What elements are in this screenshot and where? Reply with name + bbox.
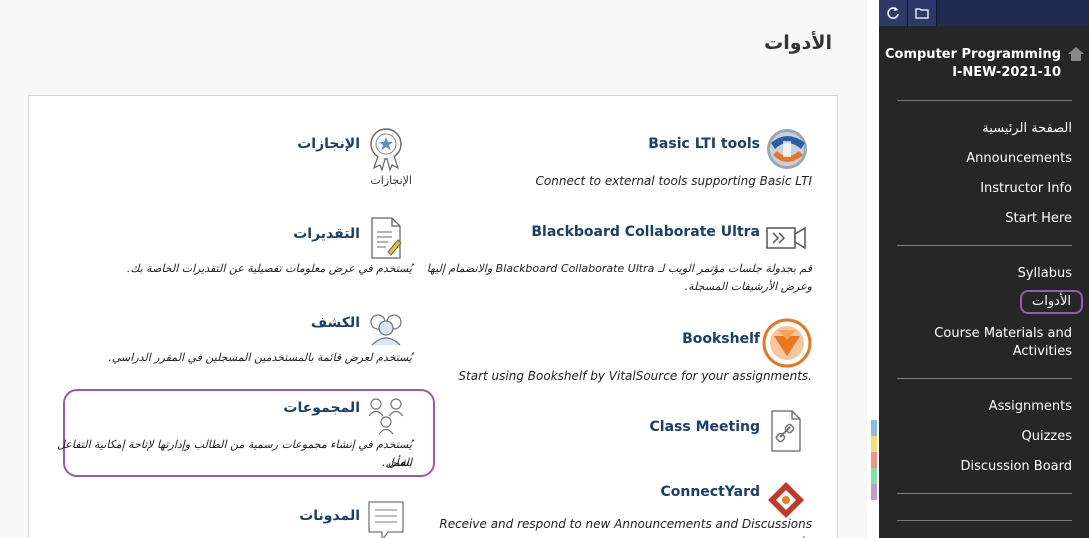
decorative-strip [871, 420, 877, 500]
tool-achievements[interactable]: الإنجازات الإنجازات [162, 122, 412, 192]
home-icon[interactable] [1067, 46, 1085, 66]
page-title: الأدوات [764, 32, 832, 54]
course-sidebar: Computer Programming I-NEW-2021-10 الصفح… [879, 0, 1089, 538]
sidebar-item-announcements[interactable]: Announcements [966, 150, 1072, 168]
tool-name[interactable]: ConnectYard [660, 484, 760, 500]
groups-icon [360, 390, 412, 442]
sidebar-item-course-materials[interactable]: Course Materials and Activities [922, 325, 1072, 361]
achievement-badge-icon [360, 122, 412, 174]
tool-grades[interactable]: التقديرات يُستخدم في عرض معلومات تفصيلية… [82, 212, 412, 282]
sidebar-separator [897, 100, 1072, 101]
main-content: الأدوات Basic LTI tools Connect to exter… [0, 0, 867, 538]
sidebar-item-quizzes[interactable]: Quizzes [1021, 428, 1072, 446]
tool-basic-lti[interactable]: Basic LTI tools Connect to external tool… [452, 122, 812, 192]
roster-users-icon [360, 303, 412, 355]
tool-name[interactable]: Bookshelf [682, 331, 760, 347]
class-meeting-link-icon [760, 405, 812, 457]
tool-name[interactable]: Blackboard Collaborate Ultra [531, 224, 760, 240]
sidebar-item-start-here[interactable]: Start Here [1005, 210, 1072, 228]
video-camera-icon [760, 212, 812, 264]
tool-description: Receive and respond to new Announcements… [439, 517, 812, 538]
tool-name[interactable]: الإنجازات [297, 136, 360, 152]
globe-lti-icon [760, 122, 812, 174]
tool-name[interactable]: المجموعات [283, 400, 360, 416]
tool-description-line2: العمل. [382, 456, 412, 469]
tool-name[interactable]: Basic LTI tools [648, 136, 760, 152]
bookshelf-icon [760, 317, 812, 369]
tool-name[interactable]: التقديرات [293, 226, 360, 242]
tool-description: Connect to external tools supporting Bas… [535, 174, 812, 188]
tool-collaborate-ultra[interactable]: Blackboard Collaborate Ultra قم بجدولة ج… [392, 212, 812, 302]
tool-class-meeting[interactable]: Class Meeting [562, 405, 812, 455]
tool-bookshelf[interactable]: Bookshelf Start using Bookshelf by Vital… [452, 317, 812, 387]
sidebar-item-instructor-info[interactable]: Instructor Info [980, 180, 1072, 198]
tool-description: يُستخدم لعرض قائمة بالمستخدمين المسجلين … [108, 351, 412, 364]
tool-roster[interactable]: الكشف يُستخدم لعرض قائمة بالمستخدمين الم… [82, 303, 412, 373]
tool-name[interactable]: الكشف [311, 315, 360, 331]
course-title[interactable]: Computer Programming I-NEW-2021-10 [881, 46, 1061, 82]
tool-blogs[interactable]: المدونات [162, 494, 412, 538]
grades-document-icon [360, 212, 412, 264]
tool-groups[interactable]: المجموعات يُستخدم في إنشاء مجموعات رسمية… [52, 390, 412, 472]
folder-icon[interactable] [908, 0, 937, 26]
sidebar-item-discussion-board[interactable]: Discussion Board [961, 458, 1072, 476]
sidebar-separator [897, 493, 1072, 494]
tool-description: Start using Bookshelf by VitalSource for… [458, 369, 812, 383]
sidebar-item-tools[interactable]: الأدوات [1020, 290, 1083, 314]
sidebar-separator [897, 378, 1072, 379]
sidebar-toolbar [879, 0, 1089, 26]
blog-icon [360, 494, 412, 538]
sidebar-separator [897, 245, 1072, 246]
sidebar-divider [867, 0, 879, 538]
tool-description: قم بجدولة جلسات مؤتمر الويب لـ Blackboar… [426, 262, 812, 275]
tool-name[interactable]: Class Meeting [650, 419, 760, 435]
tool-description-line2: وعرض الأرشيفات المسجلة. [684, 280, 812, 293]
sidebar-item-home[interactable]: الصفحة الرئيسية [982, 120, 1072, 138]
refresh-icon[interactable] [879, 0, 908, 26]
sidebar-item-assignments[interactable]: Assignments [989, 398, 1072, 416]
tool-description: يُستخدم في عرض معلومات تفصيلية عن التقدي… [126, 262, 412, 275]
sidebar-separator [897, 520, 1072, 521]
tool-description: الإنجازات [370, 174, 412, 187]
tool-connectyard[interactable]: ConnectYard Receive and respond to new A… [432, 474, 812, 538]
tool-name[interactable]: المدونات [299, 508, 360, 524]
sidebar-item-syllabus[interactable]: Syllabus [1018, 265, 1072, 283]
